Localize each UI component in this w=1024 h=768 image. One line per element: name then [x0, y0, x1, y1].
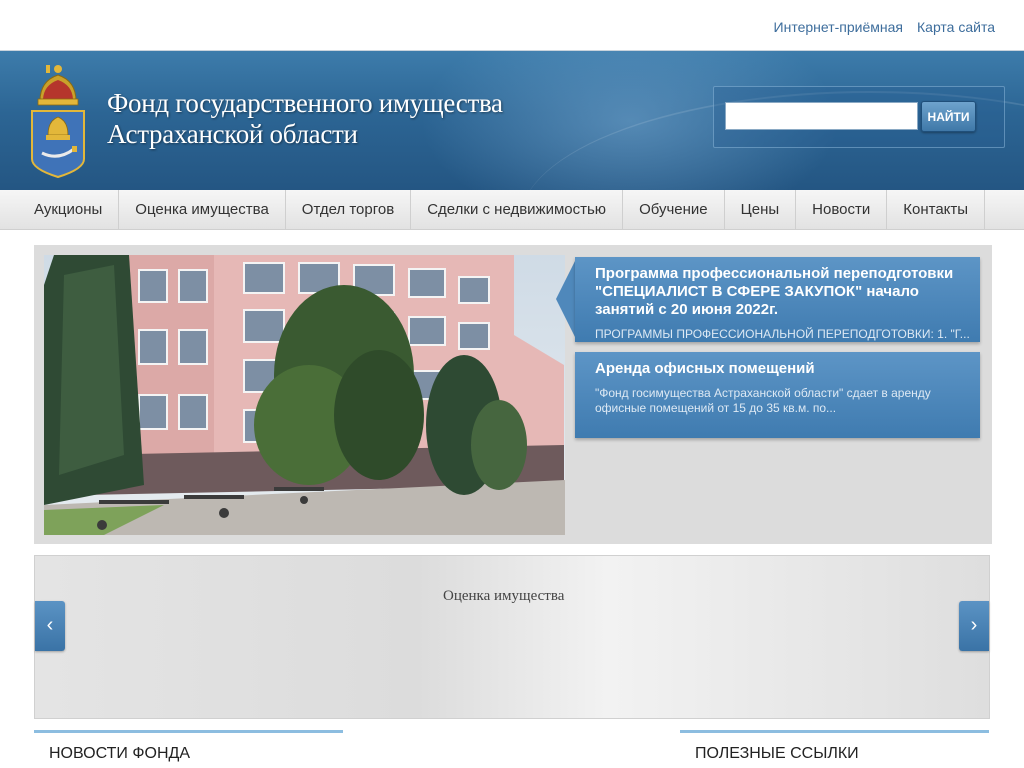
- fund-news-heading: НОВОСТИ ФОНДА: [34, 730, 343, 763]
- featured-news-description: ПРОГРАММЫ ПРОФЕССИОНАЛЬНОЙ ПЕРЕПОДГОТОВК…: [595, 327, 970, 341]
- internet-reception-link[interactable]: Интернет-приёмная: [774, 19, 903, 35]
- main-nav: Аукционы Оценка имущества Отдел торгов С…: [0, 190, 1024, 230]
- site-title[interactable]: Фонд государственного имущества Астрахан…: [107, 88, 503, 150]
- useful-links-heading: ПОЛЕЗНЫЕ ССЫЛКИ: [680, 730, 989, 763]
- chevron-right-icon: ›: [970, 614, 978, 636]
- site-header: Фонд государственного имущества Астрахан…: [0, 51, 1024, 190]
- featured-news-title: Программа профессиональной переподготовк…: [595, 265, 954, 318]
- top-links: Интернет-приёмная Карта сайта: [774, 19, 995, 35]
- top-bar: Интернет-приёмная Карта сайта: [0, 0, 1024, 51]
- nav-item-training[interactable]: Обучение: [623, 190, 725, 230]
- building-photo-illustration: [44, 255, 565, 535]
- active-card-pointer: [556, 259, 576, 339]
- featured-news-card[interactable]: Программа профессиональной переподготовк…: [575, 257, 980, 342]
- nav-item-trading-department[interactable]: Отдел торгов: [286, 190, 412, 230]
- featured-news-description: "Фонд госимущества Астраханской области"…: [595, 386, 931, 415]
- nav-item-property-valuation[interactable]: Оценка имущества: [119, 190, 286, 230]
- nav-item-contacts[interactable]: Контакты: [887, 190, 986, 230]
- featured-news-card[interactable]: Аренда офисных помещений "Фонд госимущес…: [575, 352, 980, 438]
- chevron-left-icon: ‹: [46, 614, 54, 636]
- search-button[interactable]: НАЙТИ: [921, 101, 976, 132]
- services-carousel: ‹ Оценка имущества ›: [34, 555, 990, 719]
- carousel-slide-label[interactable]: Оценка имущества: [443, 588, 564, 605]
- nav-item-auctions[interactable]: Аукционы: [18, 190, 120, 230]
- carousel-prev-button[interactable]: ‹: [35, 601, 65, 651]
- featured-news-block: Программа профессиональной переподготовк…: [34, 245, 992, 544]
- coat-of-arms-icon[interactable]: [28, 61, 88, 181]
- nav-item-prices[interactable]: Цены: [725, 190, 797, 230]
- featured-news-title: Аренда офисных помещений: [595, 360, 815, 377]
- nav-item-real-estate-deals[interactable]: Сделки с недвижимостью: [411, 190, 624, 230]
- nav-item-news[interactable]: Новости: [796, 190, 888, 230]
- building-photo[interactable]: [44, 255, 565, 535]
- sitemap-link[interactable]: Карта сайта: [917, 19, 995, 35]
- carousel-next-button[interactable]: ›: [959, 601, 989, 651]
- site-title-line2: Астраханской области: [107, 119, 358, 149]
- search-box: НАЙТИ: [713, 86, 1005, 148]
- search-input[interactable]: [725, 102, 918, 130]
- site-title-line1: Фонд государственного имущества: [107, 88, 503, 118]
